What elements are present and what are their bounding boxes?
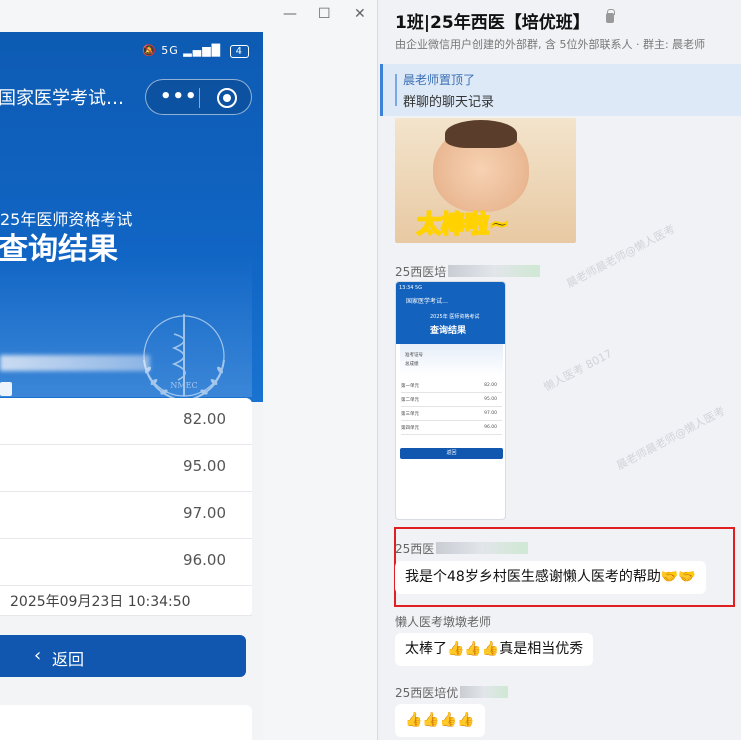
mini-score: 95.00 — [484, 397, 497, 402]
nmec-emblem-icon: NMEC — [143, 314, 225, 401]
notice-card — [0, 705, 252, 740]
mini-label: 总成绩 — [405, 362, 419, 367]
mini-hero: 13:34 5G 国家医学考试… 2025年 医师资格考试 查询结果 — [396, 282, 505, 344]
close-icon[interactable]: ✕ — [354, 6, 366, 22]
score-row: 82.00 — [0, 398, 252, 445]
status-bar: 🔕 5G ▂▄▆█ 4 — [142, 44, 249, 58]
query-time: 2025年09月23日 10:34:50 — [10, 594, 191, 610]
battery-icon: 4 — [229, 45, 249, 58]
mini-status: 13:34 5G — [399, 285, 423, 291]
message-sender: 懒人医考墩墩老师 — [395, 615, 492, 629]
back-button[interactable]: ‹ 返回 — [0, 635, 246, 677]
result-hero-banner: 🔕 5G ▂▄▆█ 4 国家医学考试… ••• 25年医师资格考试 查询结果 N… — [0, 32, 263, 402]
close-mini-program-icon[interactable] — [217, 88, 237, 108]
mini-score: 96.00 — [484, 425, 497, 430]
mute-icon: 🔕 — [142, 44, 157, 57]
mini-divider — [401, 434, 502, 435]
mini-divider — [401, 406, 502, 407]
message-sender: 25西医培优 — [395, 684, 509, 701]
watermark: 晨老师晨老师@懒人医考 — [564, 222, 678, 291]
score-value: 95.00 — [183, 457, 226, 475]
mini-label: 第一单元 — [401, 384, 419, 389]
mini-score: 97.00 — [484, 411, 497, 416]
message-bubble[interactable]: 我是个48岁乡村医生感谢懒人医考的帮助🤝🤝 — [395, 561, 706, 594]
pinned-message[interactable]: 晨老师置顶了 群聊的聊天记录 — [380, 64, 741, 116]
mini-divider — [401, 420, 502, 421]
mini-subtitle: 2025年 医师资格考试 — [430, 314, 480, 320]
sender-name: 25西医培 — [395, 265, 447, 279]
mini-score: 82.00 — [484, 383, 497, 388]
capsule-divider — [199, 88, 200, 108]
chat-subtitle: 由企业微信用户创建的外部群, 含 5位外部联系人 · 群主: 晨老师 — [395, 38, 706, 51]
sticker-caption: 太棒啦~ — [416, 209, 510, 239]
mini-title: 查询结果 — [430, 326, 467, 336]
minimize-icon[interactable]: — — [283, 6, 297, 22]
more-icon[interactable]: ••• — [160, 86, 198, 107]
sticker-image[interactable]: 太棒啦~ — [395, 118, 576, 243]
mini-label: 第三单元 — [401, 412, 419, 417]
query-time-row: 2025年09月23日 10:34:50 — [0, 586, 252, 616]
sender-name: 25西医培优 — [395, 686, 459, 700]
redacted-name — [448, 265, 541, 277]
mini-program-window: — ☐ ✕ 🔕 5G ▂▄▆█ 4 国家医学考试… ••• 25年医师资格考试 … — [0, 0, 378, 740]
score-value: 97.00 — [183, 504, 226, 522]
watermark: 晨老师晨老师@懒人医考 — [614, 404, 728, 473]
score-value: 96.00 — [183, 551, 226, 569]
group-chat-panel: 1班|25年西医【培优班】 由企业微信用户创建的外部群, 含 5位外部联系人 ·… — [380, 0, 741, 740]
maximize-icon[interactable]: ☐ — [318, 6, 331, 22]
baby-face — [433, 120, 529, 212]
mini-back-button: 返回 — [400, 448, 503, 459]
redacted-mark — [0, 382, 12, 396]
screenshot-image[interactable]: 13:34 5G 国家医学考试… 2025年 医师资格考试 查询结果 准考证号 … — [395, 281, 506, 520]
emblem-text: NMEC — [170, 381, 197, 390]
message-bubble[interactable]: 👍👍👍👍 — [395, 704, 485, 737]
network-label: 5G — [161, 44, 179, 57]
lock-icon — [606, 9, 615, 23]
app-title: 国家医学考试… — [0, 88, 124, 109]
mini-label: 第二单元 — [401, 398, 419, 403]
score-table: 82.00 95.00 97.00 96.00 2025年09月23日 10:3… — [0, 398, 252, 616]
pin-bar — [395, 74, 397, 106]
chevron-left-icon: ‹ — [34, 645, 42, 666]
score-row: 95.00 — [0, 445, 252, 492]
pinned-item[interactable]: 群聊的聊天记录 — [403, 91, 494, 110]
mini-divider — [401, 392, 502, 393]
chat-title[interactable]: 1班|25年西医【培优班】 — [395, 8, 590, 33]
watermark: 懒人医考 8017 — [541, 346, 615, 394]
score-value: 82.00 — [183, 410, 226, 428]
score-row: 96.00 — [0, 539, 252, 586]
back-label: 返回 — [52, 650, 85, 669]
signal-icon: ▂▄▆█ — [183, 44, 222, 57]
score-row: 97.00 — [0, 492, 252, 539]
mini-label: 第四单元 — [401, 426, 419, 431]
message-sender: 25西医培 — [395, 263, 541, 280]
window-title-bar: — ☐ ✕ — [0, 0, 377, 30]
mini-app-title: 国家医学考试… — [406, 298, 449, 305]
mini-certificate: 准考证号 总成绩 — [400, 344, 503, 376]
mini-program-capsule: ••• — [145, 79, 252, 115]
redacted-name — [460, 686, 509, 698]
message-bubble[interactable]: 太棒了👍👍👍真是相当优秀 — [395, 633, 594, 666]
redacted-name — [436, 542, 529, 554]
pinned-by: 晨老师置顶了 — [403, 73, 476, 87]
phone-screen: 🔕 5G ▂▄▆█ 4 国家医学考试… ••• 25年医师资格考试 查询结果 N… — [0, 32, 263, 740]
message-sender: 25西医 — [395, 540, 529, 557]
sender-name: 25西医 — [395, 542, 435, 556]
mini-label: 准考证号 — [405, 353, 423, 358]
